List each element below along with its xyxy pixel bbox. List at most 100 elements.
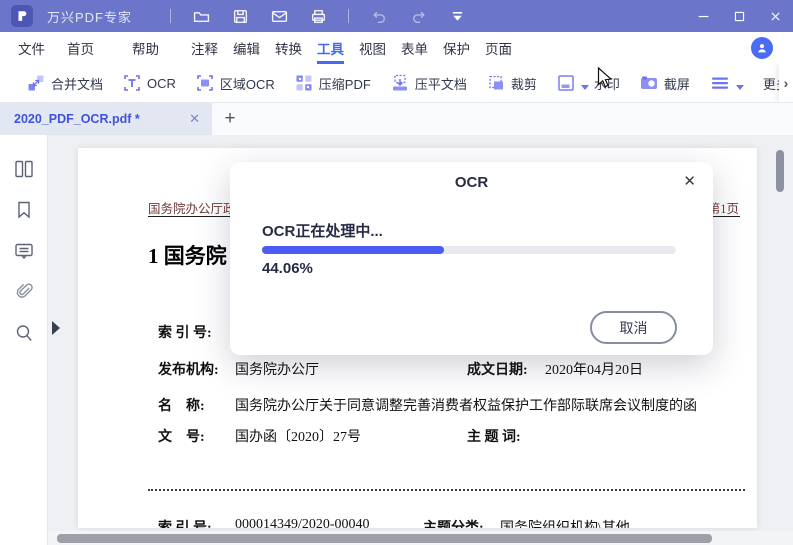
tool-label: 合并文档 [51, 76, 104, 92]
print-icon[interactable] [309, 7, 327, 25]
close-icon[interactable] [757, 0, 793, 32]
cancel-label: 取消 [619, 319, 648, 336]
page-thumbnails-icon[interactable] [12, 157, 36, 181]
ocr-icon [122, 73, 142, 93]
progress-percent: 44.06% [262, 260, 313, 277]
redo-icon[interactable] [409, 7, 427, 25]
titlebar-quick-actions [170, 7, 466, 25]
field-label: 成文日期: [467, 363, 528, 378]
comments-icon[interactable] [12, 239, 36, 263]
compress-pdf-button[interactable]: 压缩PDF [294, 73, 371, 93]
crop-button[interactable]: 裁剪 [486, 73, 537, 93]
maximize-icon[interactable] [721, 0, 757, 32]
sidebar-expand-handle[interactable] [52, 321, 60, 335]
field-value: 000014349/2020-00040 [235, 517, 370, 528]
tool-label: 截屏 [663, 76, 690, 92]
cancel-button[interactable]: 取消 [590, 311, 677, 344]
save-icon[interactable] [231, 7, 249, 25]
user-avatar[interactable] [751, 37, 773, 59]
window-controls [685, 0, 793, 32]
toolbar-expand-button[interactable]: › [779, 64, 793, 102]
bookmarks-icon[interactable] [12, 198, 36, 222]
screenshot-icon [639, 73, 659, 93]
doc-field-row: 文 号: 国办函〔2020〕27号 主 题 词: [78, 426, 757, 445]
tools-toolbar: 合并文档 OCR 区域OCR 压缩PDF 压平文档 裁剪 截屏 更多 › [0, 64, 793, 103]
field-value: 2020年04月20日 [545, 363, 643, 378]
doc-heading: 1 国务院 [148, 244, 227, 268]
toolbar-menu-button[interactable] [709, 73, 744, 93]
field-label: 主题分类: [423, 517, 484, 528]
chevron-down-icon[interactable] [735, 85, 744, 90]
tab-close-icon[interactable]: ✕ [189, 111, 200, 127]
ocr-button[interactable]: OCR [122, 73, 176, 93]
doc-field-row: 名 称: 国务院办公厅关于同意调整完善消费者权益保护工作部际联席会议制度的函 [78, 395, 757, 414]
field-label: 发布机构: [158, 363, 219, 378]
merge-documents-button[interactable]: 合并文档 [26, 73, 103, 93]
merge-documents-icon [26, 73, 46, 93]
separator [348, 9, 350, 23]
menu-item-file[interactable]: 文件 [18, 32, 45, 64]
field-label: 索 引 号: [158, 326, 212, 341]
document-tabbar: 2020_PDF_OCR.pdf * ✕ + [0, 103, 793, 135]
field-label: 文 号: [158, 430, 205, 445]
tab-title: 2020_PDF_OCR.pdf * [14, 112, 140, 126]
hamburger-menu-icon [709, 73, 731, 93]
navigation-sidebar [0, 135, 48, 545]
dialog-title: OCR [454, 174, 489, 191]
doc-field-row: 发布机构: 国务院办公厅 成文日期: 2020年04月20日 [78, 359, 757, 378]
minimize-icon[interactable] [685, 0, 721, 32]
search-icon[interactable] [12, 321, 36, 345]
menu-item-comment[interactable]: 注释 [191, 32, 218, 64]
tool-label: OCR [147, 75, 176, 91]
tool-label: 区域OCR [219, 76, 275, 92]
tool-label: 压缩PDF [318, 76, 371, 92]
email-icon[interactable] [270, 7, 288, 25]
doc-dotted-divider [148, 489, 745, 491]
field-value: 国务院办公厅关于同意调整完善消费者权益保护工作部际联席会议制度的函 [235, 399, 697, 414]
doc-field-row: 索 引 号: 000014349/2020-00040 主题分类: 国务院组织机… [78, 517, 757, 528]
folder-open-icon[interactable] [192, 7, 210, 25]
mouse-cursor [597, 67, 615, 91]
field-value: 国务院组织机构\其他 [500, 517, 630, 528]
flatten-document-button[interactable]: 压平文档 [390, 73, 467, 93]
vertical-scrollbar[interactable] [776, 150, 784, 192]
chevron-down-icon[interactable] [580, 85, 589, 90]
undo-icon[interactable] [370, 7, 388, 25]
progress-bar-track [262, 246, 676, 254]
attachments-icon[interactable] [12, 280, 36, 304]
ocr-progress-fill [262, 246, 445, 254]
horizontal-scrollbar-track [48, 531, 793, 545]
dialog-close-icon[interactable]: ✕ [683, 173, 696, 191]
chevron-right-icon: › [783, 75, 789, 91]
menu-item-convert[interactable]: 转换 [275, 32, 302, 64]
menu-item-edit[interactable]: 编辑 [233, 32, 260, 64]
field-value: 国办函〔2020〕27号 [235, 430, 361, 445]
tab-active-document[interactable]: 2020_PDF_OCR.pdf * ✕ [0, 103, 212, 135]
tool-label: 裁剪 [510, 76, 537, 92]
area-ocr-button[interactable]: 区域OCR [195, 73, 275, 93]
field-label: 索 引 号: [158, 517, 212, 528]
screenshot-button[interactable]: 截屏 [639, 73, 690, 93]
menu-item-home[interactable]: 首页 [67, 32, 94, 64]
doc-header-left: 国务院办公厅政 [148, 202, 236, 216]
field-label: 名 称: [158, 399, 205, 414]
menu-item-form[interactable]: 表单 [401, 32, 428, 64]
app-logo-icon [11, 5, 33, 27]
menu-item-view[interactable]: 视图 [359, 32, 386, 64]
tool-label: 压平文档 [414, 76, 467, 92]
ocr-progress-dialog: OCR ✕ OCR正在处理中... 44.06% 取消 [230, 162, 713, 355]
horizontal-scrollbar[interactable] [57, 534, 712, 543]
crop-icon [486, 73, 506, 93]
menu-item-help[interactable]: 帮助 [132, 32, 159, 64]
menu-item-tools[interactable]: 工具 [317, 32, 344, 64]
compress-pdf-icon [294, 73, 314, 93]
menu-item-protect[interactable]: 保护 [443, 32, 470, 64]
field-value: 国务院办公厅 [235, 363, 319, 378]
new-tab-button[interactable]: + [212, 103, 248, 135]
titlebar: 万兴PDF专家 [0, 0, 793, 32]
menu-item-page[interactable]: 页面 [485, 32, 512, 64]
flatten-document-icon [390, 73, 410, 93]
app-title: 万兴PDF专家 [47, 9, 133, 25]
collapse-toolbar-icon[interactable] [448, 7, 466, 25]
menubar: 文件 首页 帮助 注释 编辑 转换 工具 视图 表单 保护 页面 [0, 32, 793, 64]
